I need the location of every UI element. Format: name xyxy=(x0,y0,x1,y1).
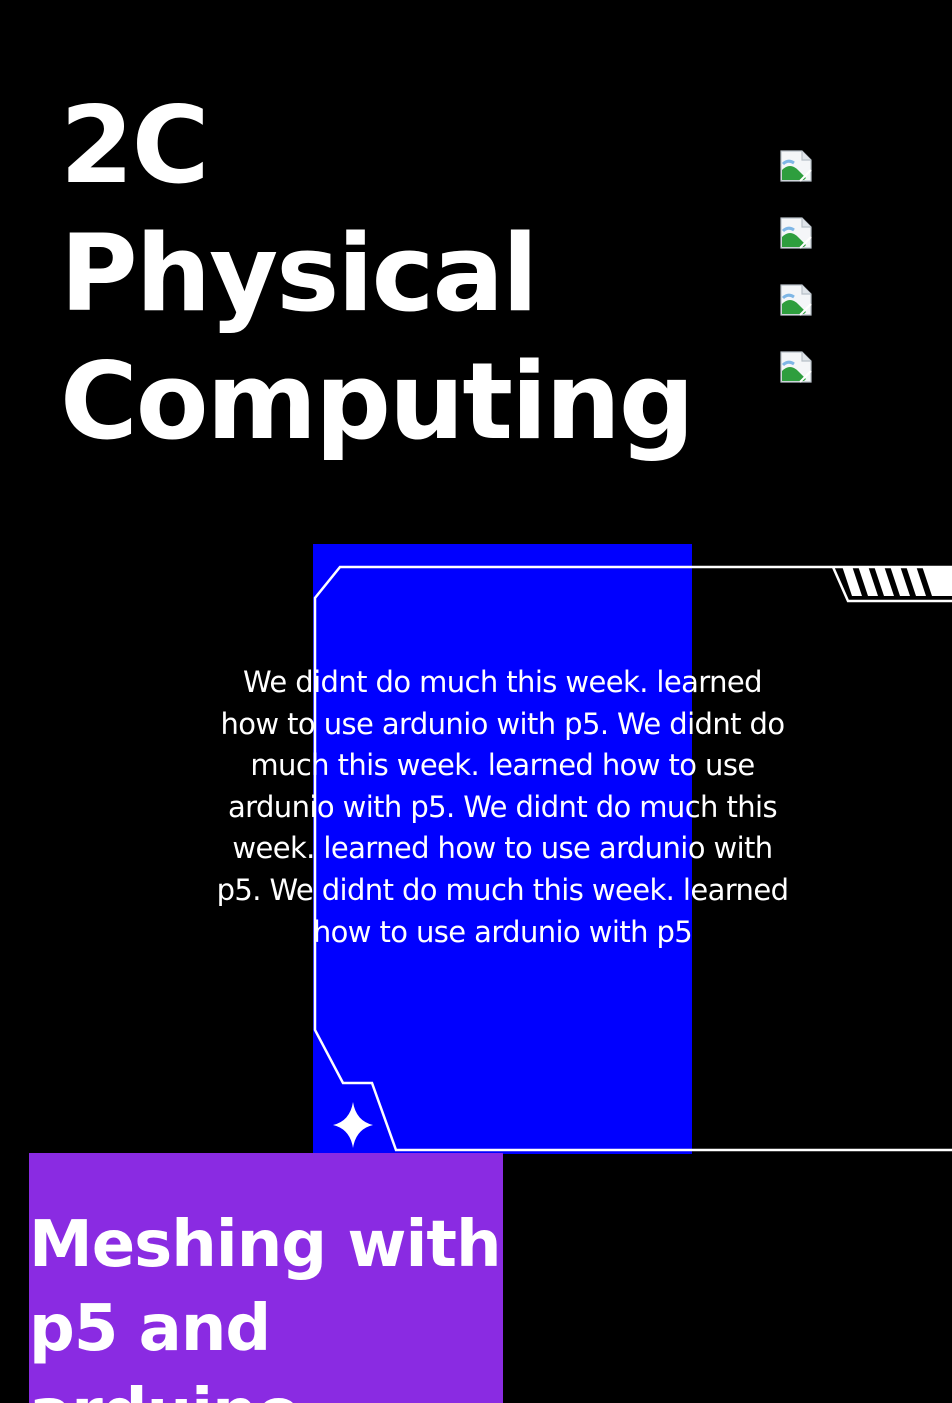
broken-image-icon[interactable] xyxy=(780,351,812,383)
frame-stripes-outline xyxy=(831,566,952,603)
post-card-title[interactable]: Meshing with p5 and arduino xyxy=(29,1153,503,1403)
image-icon-list xyxy=(780,150,812,418)
page-title-line: 2C xyxy=(60,84,210,207)
frame-stripe xyxy=(842,566,862,596)
frame-stripe xyxy=(890,566,910,596)
frame-stripe xyxy=(858,566,878,596)
frame-stripe xyxy=(874,566,894,596)
broken-image-icon[interactable] xyxy=(780,217,812,249)
frame-stripe xyxy=(922,566,952,596)
post-card[interactable]: Meshing with p5 and arduino xyxy=(29,1153,503,1403)
broken-image-icon[interactable] xyxy=(780,150,812,182)
page-title-line: Physical xyxy=(60,212,538,335)
page-title: 2C Physical Computing xyxy=(60,82,740,466)
page-title-line: Computing xyxy=(60,340,695,463)
broken-image-icon[interactable] xyxy=(780,284,812,316)
frame-stripe xyxy=(906,566,926,596)
post-body-text: We didnt do much this week. learned how … xyxy=(216,665,789,949)
